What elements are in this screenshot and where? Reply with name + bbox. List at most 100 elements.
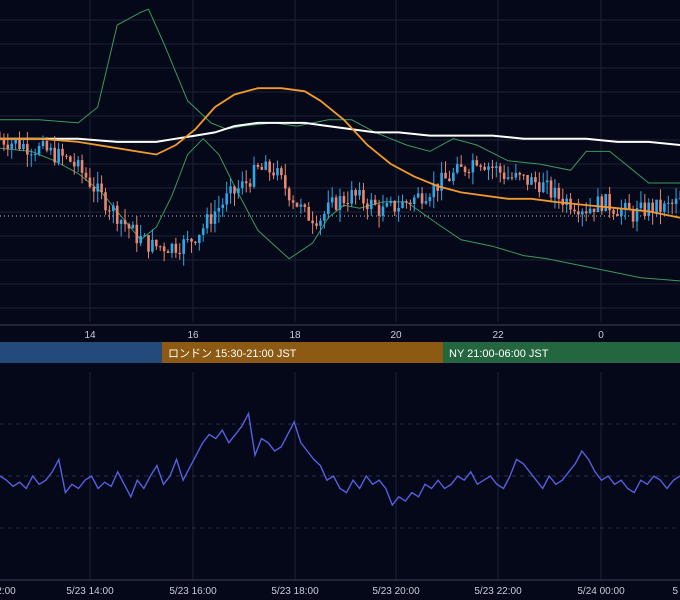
candle-body xyxy=(616,213,619,216)
candle-body xyxy=(416,193,420,198)
bottom-axis-tick-label: 5/23 20:00 xyxy=(372,586,420,597)
candle-body xyxy=(639,202,643,209)
candle-body xyxy=(588,208,592,214)
candle-body xyxy=(655,199,658,213)
candle-body xyxy=(135,224,139,244)
session-bar: ロンドン 15:30-21:00 JST NY 21:00-06:00 JST xyxy=(0,342,680,363)
candle-body xyxy=(76,160,80,167)
candle-body xyxy=(127,224,131,229)
candle-body xyxy=(518,172,522,175)
bottom-axis-tick-label: 5/24 00:00 xyxy=(577,586,625,597)
candle-body xyxy=(420,193,424,204)
candle-body xyxy=(221,204,225,208)
candle-body xyxy=(448,178,451,182)
candle-body xyxy=(491,166,494,168)
candle-body xyxy=(139,236,142,244)
candle-body xyxy=(53,147,57,163)
candle-body xyxy=(45,141,49,151)
candle-body xyxy=(577,211,580,215)
top-axis-tick-label: 14 xyxy=(84,330,96,341)
candle-body xyxy=(538,182,541,193)
candle-body xyxy=(147,235,150,252)
candle-body xyxy=(291,200,295,203)
candle-body xyxy=(663,203,666,212)
candle-body xyxy=(119,220,123,224)
candle-body xyxy=(229,186,232,194)
candle-body xyxy=(424,201,428,204)
candle-body xyxy=(385,202,389,207)
candle-body xyxy=(358,190,361,196)
candle-body xyxy=(112,205,115,212)
candle-body xyxy=(22,143,25,150)
candle-body xyxy=(475,160,479,166)
candle-body xyxy=(463,166,467,172)
candle-body xyxy=(373,199,377,205)
candle-body xyxy=(115,205,119,224)
candle-body xyxy=(96,183,100,192)
candle-body xyxy=(323,213,326,221)
candle-body xyxy=(170,243,174,254)
candle-body xyxy=(295,202,299,207)
candle-body xyxy=(151,239,154,252)
candle-body xyxy=(276,168,279,176)
candle-body xyxy=(299,204,303,207)
bottom-axis-tick-label: 2:00 xyxy=(0,586,16,597)
candle-body xyxy=(57,148,60,163)
chart-canvas: 14 16 18 20 22 0 ロンドン 15:30-21:00 JST NY 21:00… xyxy=(0,0,680,600)
candle-body xyxy=(26,143,29,155)
candle-body xyxy=(334,197,338,210)
candle-body xyxy=(612,210,615,214)
bottom-axis-tick-label: 5/23 18:00 xyxy=(271,586,319,597)
candle-body xyxy=(268,161,271,173)
candle-body xyxy=(350,190,354,204)
candle-body xyxy=(338,196,342,210)
candle-body xyxy=(514,172,518,178)
session-ny-label: NY 21:00-06:00 JST xyxy=(449,348,549,360)
candle-body xyxy=(502,172,506,179)
candle-body xyxy=(549,180,553,198)
candle-body xyxy=(84,172,88,178)
candle-body xyxy=(401,201,404,208)
candle-body xyxy=(647,202,651,216)
candle-body xyxy=(158,246,162,248)
bottom-axis-tick-label: 5/23 22:00 xyxy=(474,586,522,597)
candle-body xyxy=(354,190,357,196)
candle-body xyxy=(104,192,107,211)
candle-body xyxy=(452,172,455,182)
top-axis-tick-label: 22 xyxy=(492,330,504,341)
bottom-axis-tick-label: 5 xyxy=(672,586,678,597)
candle-down xyxy=(295,202,299,208)
candle-body xyxy=(530,177,533,185)
candle-body xyxy=(217,207,221,212)
candle-body xyxy=(10,143,14,149)
candle-body xyxy=(69,156,72,162)
candle-body xyxy=(487,166,490,170)
candle-body xyxy=(346,203,350,205)
candle-body xyxy=(166,251,170,254)
candle-body xyxy=(541,182,545,193)
candle-body xyxy=(65,155,68,157)
candle-body xyxy=(72,161,76,167)
candle-body xyxy=(444,172,447,179)
candle-body xyxy=(397,207,400,212)
candle-body xyxy=(311,220,314,224)
candle-body xyxy=(467,171,471,173)
candle-body xyxy=(6,144,10,149)
bottom-axis-tick-label: 5/23 14:00 xyxy=(66,586,114,597)
candle-body xyxy=(303,204,307,207)
candle-body xyxy=(209,214,213,224)
candle-body xyxy=(483,166,486,170)
candle-body xyxy=(600,196,604,212)
candle-body xyxy=(522,174,525,176)
candle-body xyxy=(393,200,397,212)
candle-body xyxy=(342,196,346,204)
candle-body xyxy=(237,188,240,194)
candle-up xyxy=(604,193,608,212)
candle-body xyxy=(49,147,53,151)
candle-body xyxy=(233,186,236,194)
candle-body xyxy=(666,202,670,204)
candle-body xyxy=(459,164,463,167)
candle-body xyxy=(80,160,84,173)
candle-body xyxy=(88,177,92,187)
candle-body xyxy=(553,187,557,198)
